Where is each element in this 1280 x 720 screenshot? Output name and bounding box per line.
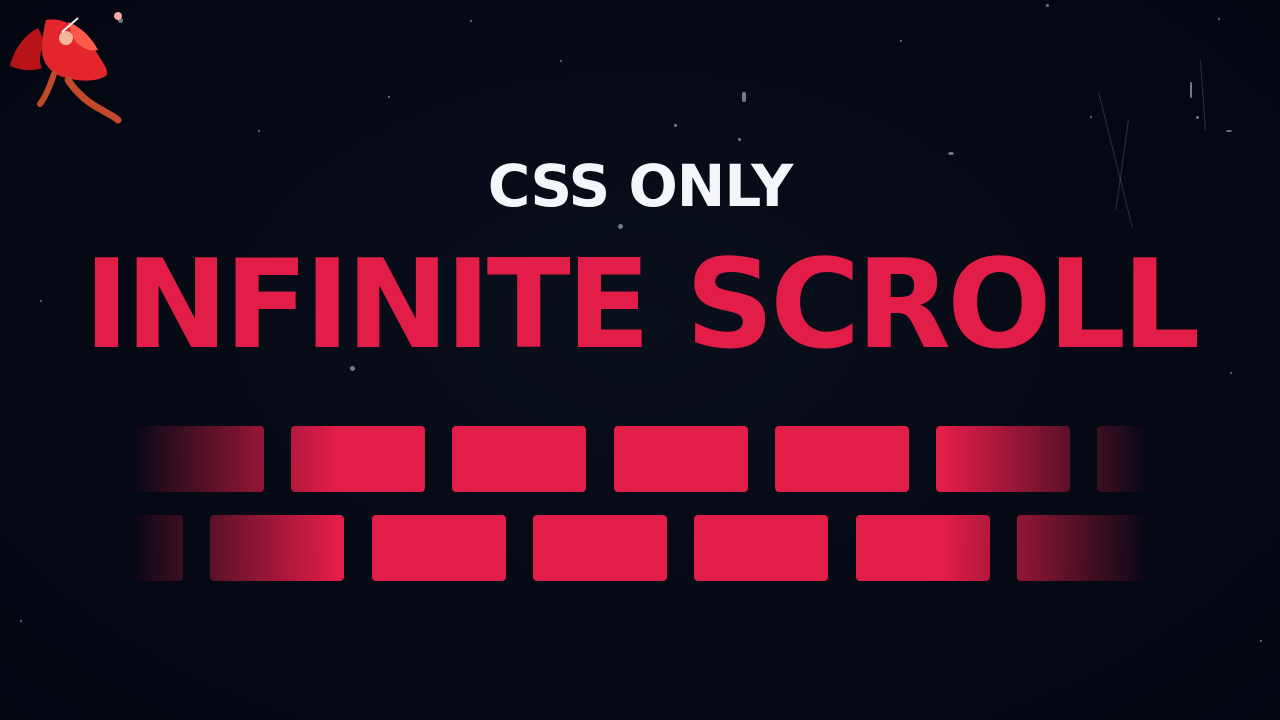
scroller-tile xyxy=(775,426,909,492)
scroller-tile xyxy=(210,515,344,581)
infinite-scroller xyxy=(130,426,1150,582)
scroller-row-1 xyxy=(130,426,1150,492)
scroller-tile xyxy=(614,426,748,492)
subtitle-text: CSS ONLY xyxy=(487,152,794,220)
scroller-tile xyxy=(936,426,1070,492)
scroller-tile xyxy=(452,426,586,492)
scroller-tile xyxy=(372,515,506,581)
scroller-tile xyxy=(1097,426,1150,492)
thumbnail-stage: CSS ONLY INFINITE SCROLL xyxy=(0,0,1280,720)
scroller-row-2 xyxy=(130,515,1150,581)
scroller-tile xyxy=(291,426,425,492)
title-text: INFINITE SCROLL xyxy=(83,234,1201,377)
scroller-tile xyxy=(130,426,264,492)
scroller-tile xyxy=(130,515,183,581)
red-cloaked-figure-logo xyxy=(10,12,122,124)
scroller-tile xyxy=(1017,515,1150,581)
scroller-tile xyxy=(856,515,990,581)
scroller-tile xyxy=(694,515,828,581)
scroller-tile xyxy=(533,515,667,581)
